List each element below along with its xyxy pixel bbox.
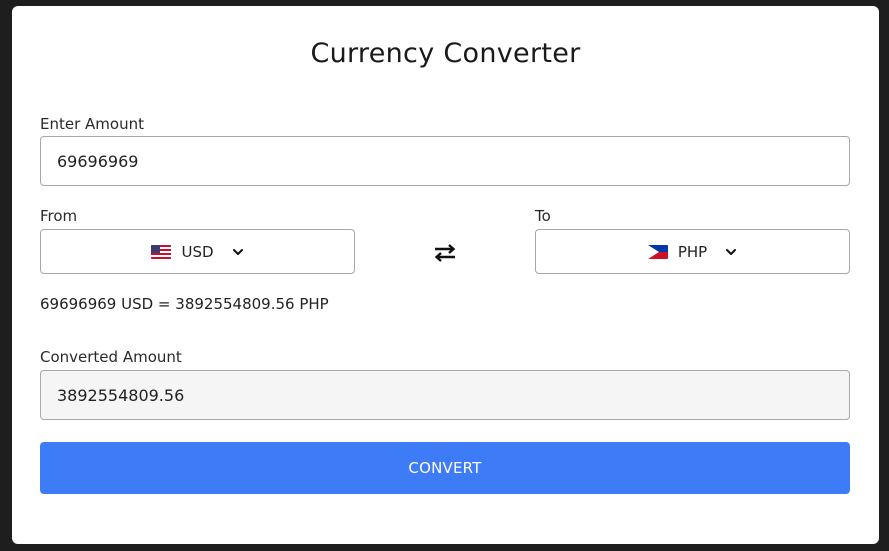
to-currency-value: PHP [677, 242, 708, 261]
from-currency-select[interactable]: USD [40, 229, 355, 274]
convert-button[interactable]: CONVERT [40, 442, 850, 494]
from-currency-value: USD [181, 242, 214, 261]
converted-amount-label: Converted Amount [40, 348, 182, 366]
page-title: Currency Converter [310, 38, 581, 69]
amount-label: Enter Amount [40, 115, 144, 133]
ph-flag-icon [647, 244, 668, 259]
chevron-down-icon [232, 246, 244, 258]
swap-arrows-icon[interactable] [432, 242, 458, 264]
amount-input[interactable]: 69696969 [40, 136, 850, 186]
converted-amount-value: 3892554809.56 [57, 385, 185, 405]
converter-card: Currency Converter Enter Amount 69696969… [12, 6, 879, 544]
from-label: From [40, 207, 78, 225]
convert-button-label: CONVERT [408, 459, 482, 477]
to-currency-select[interactable]: PHP [535, 229, 850, 274]
to-label: To [535, 207, 551, 225]
amount-input-value: 69696969 [57, 151, 139, 171]
converted-amount-field[interactable]: 3892554809.56 [40, 370, 850, 420]
us-flag-icon [151, 244, 172, 259]
chevron-down-icon [725, 246, 737, 258]
conversion-result-text: 69696969 USD = 3892554809.56 PHP [40, 295, 329, 313]
